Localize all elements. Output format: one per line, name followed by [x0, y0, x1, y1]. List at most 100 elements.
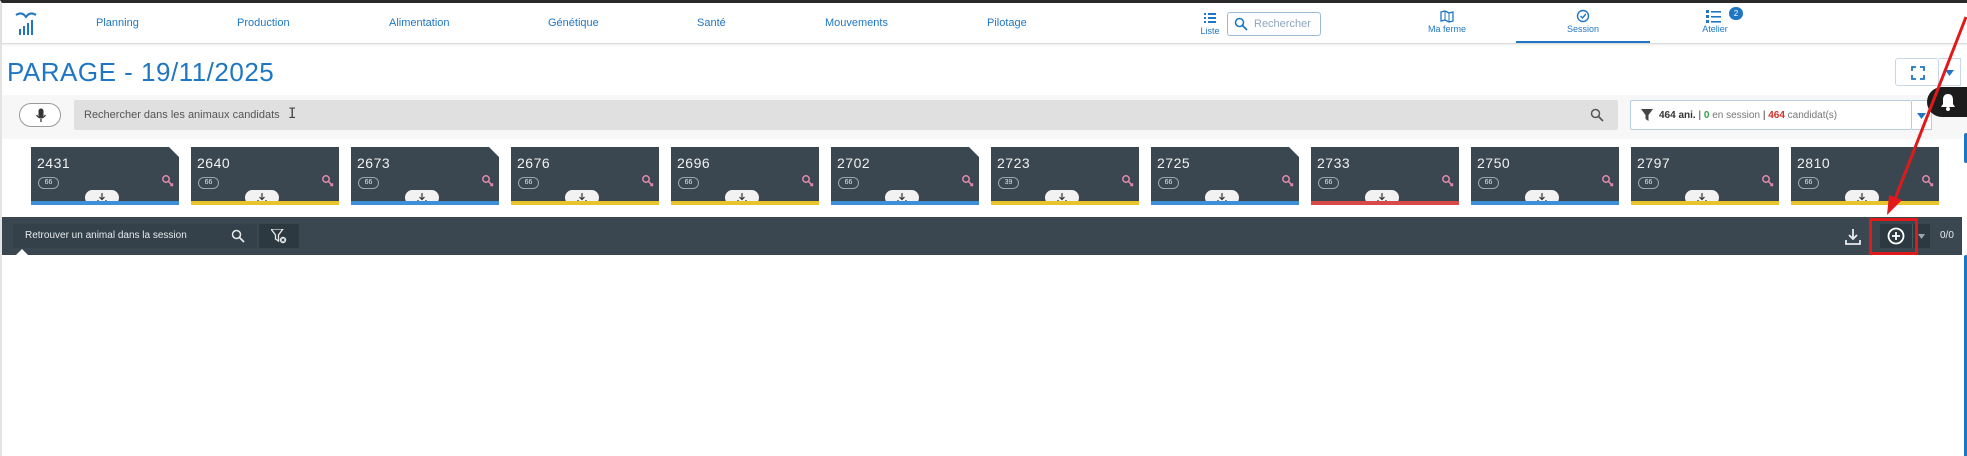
female-sex-icon [1121, 174, 1135, 188]
text-cursor-icon: I [288, 106, 297, 122]
animal-age-badge: 66 [1318, 177, 1339, 189]
liste-label: Liste [1200, 26, 1220, 36]
animal-age-badge: 66 [678, 177, 699, 189]
animal-number: 2640 [197, 155, 231, 171]
farm-logo-icon[interactable] [14, 11, 38, 37]
animal-age-badge: 66 [1638, 177, 1659, 189]
card-status-stripe [991, 201, 1139, 205]
candidates-count: 464 [1768, 110, 1785, 121]
session-search-pointer [16, 249, 28, 255]
animal-card[interactable]: 2673 66 [351, 147, 499, 205]
list-icon [1197, 12, 1223, 24]
session-search-placeholder: Retrouver un animal dans la session [25, 230, 187, 241]
map-icon [1422, 10, 1472, 23]
separator: | [1698, 110, 1702, 121]
candidate-search-input[interactable]: Rechercher dans les animaux candidats I [74, 100, 1618, 130]
session-filter-clear-button[interactable] [259, 224, 299, 248]
nav-production[interactable]: Production [237, 17, 290, 29]
animal-age-badge: 66 [1158, 177, 1179, 189]
card-corner-fold [489, 147, 499, 157]
animal-card[interactable]: 2431 66 [31, 147, 179, 205]
page-title: PARAGE - 19/11/2025 [7, 57, 275, 87]
nav-mouvements[interactable]: Mouvements [825, 17, 888, 29]
animal-card[interactable]: 2723 39 [991, 147, 1139, 205]
animal-number: 2696 [677, 155, 711, 171]
candidate-cards-strip: 2431 66 2640 66 2673 66 2676 66 2696 66 2702 66 2723… [2, 144, 1962, 205]
candidate-search-placeholder: Rechercher dans les animaux candidats [84, 109, 280, 121]
session-download-button[interactable] [1842, 226, 1864, 248]
session-toolbar: Retrouver un animal dans la session 0/0 [2, 211, 1962, 255]
highlight-box [1869, 218, 1918, 255]
nav-pilotage[interactable]: Pilotage [987, 17, 1027, 29]
candidate-filter-summary[interactable]: 464 ani. | 0 en session | 464 candidat(s… [1630, 100, 1912, 130]
atelier-label: Atelier [1702, 24, 1728, 34]
animal-card[interactable]: 2640 66 [191, 147, 339, 205]
card-status-stripe [1151, 201, 1299, 205]
session-check-icon [1558, 9, 1608, 23]
nav-sante[interactable]: Santé [697, 17, 726, 29]
card-corner-fold [1289, 147, 1299, 157]
female-sex-icon [1761, 174, 1775, 188]
filter-summary-text: 464 ani. | 0 en session | 464 candidat(s… [1659, 110, 1837, 121]
search-icon[interactable] [1590, 108, 1604, 122]
animal-age-badge: 66 [198, 177, 219, 189]
card-status-stripe [351, 201, 499, 205]
animal-card[interactable]: 2676 66 [511, 147, 659, 205]
liste-button[interactable]: Liste [1197, 12, 1223, 36]
female-sex-icon [161, 174, 175, 188]
session-search-input[interactable]: Retrouver un animal dans la session [13, 224, 257, 248]
nav-alimentation[interactable]: Alimentation [389, 17, 450, 29]
animal-card[interactable]: 2725 66 [1151, 147, 1299, 205]
animal-age-badge: 39 [998, 177, 1019, 189]
animals-count: 464 ani. [1659, 110, 1696, 121]
animal-age-badge: 66 [1478, 177, 1499, 189]
global-search-placeholder: Rechercher [1254, 18, 1311, 30]
animal-age-badge: 66 [838, 177, 859, 189]
nav-planning[interactable]: Planning [96, 17, 139, 29]
card-status-stripe [831, 201, 979, 205]
animal-number: 2723 [997, 155, 1031, 171]
female-sex-icon [641, 174, 655, 188]
card-status-stripe [1631, 201, 1779, 205]
animal-card[interactable]: 2702 66 [831, 147, 979, 205]
animal-card[interactable]: 2733 66 [1311, 147, 1459, 205]
ma-ferme-label: Ma ferme [1427, 24, 1466, 34]
global-search-input[interactable]: Rechercher [1227, 12, 1321, 36]
animal-card[interactable]: 2696 66 [671, 147, 819, 205]
animal-age-badge: 66 [38, 177, 59, 189]
session-label: Session [1566, 24, 1600, 34]
animal-number: 2725 [1157, 155, 1191, 171]
download-icon [1842, 226, 1864, 248]
chevron-down-icon [1918, 234, 1925, 239]
animal-number: 2676 [517, 155, 551, 171]
animal-card[interactable]: 2750 66 [1471, 147, 1619, 205]
tab-session[interactable]: Session [1558, 9, 1608, 34]
card-status-stripe [511, 201, 659, 205]
search-icon [1234, 17, 1248, 31]
animal-card[interactable]: 2797 66 [1631, 147, 1779, 205]
filter-clear-icon [271, 229, 287, 244]
search-icon[interactable] [231, 229, 245, 243]
female-sex-icon [961, 174, 975, 188]
in-session-count: 0 [1703, 110, 1710, 121]
female-sex-icon [1441, 174, 1455, 188]
download-pointer [1849, 211, 1861, 217]
in-session-label: en session [1712, 110, 1761, 121]
atelier-badge: 2 [1729, 7, 1743, 20]
session-tab-underline [1516, 41, 1650, 43]
card-status-stripe [1311, 201, 1459, 205]
animal-number: 2750 [1477, 155, 1511, 171]
animal-number: 2797 [1637, 155, 1671, 171]
page: Planning Production Alimentation Génétiq… [0, 0, 1967, 456]
filter-icon [1641, 109, 1653, 122]
voice-search-button[interactable] [19, 103, 61, 127]
animal-number: 2431 [37, 155, 71, 171]
ma-ferme-button[interactable]: Ma ferme [1422, 10, 1472, 34]
nav-genetique[interactable]: Génétique [548, 17, 599, 29]
session-counter: 0/0 [1940, 230, 1954, 241]
animal-number: 2810 [1797, 155, 1831, 171]
animal-number: 2673 [357, 155, 391, 171]
animal-number: 2702 [837, 155, 871, 171]
animal-age-badge: 66 [1798, 177, 1819, 189]
card-status-stripe [191, 201, 339, 205]
